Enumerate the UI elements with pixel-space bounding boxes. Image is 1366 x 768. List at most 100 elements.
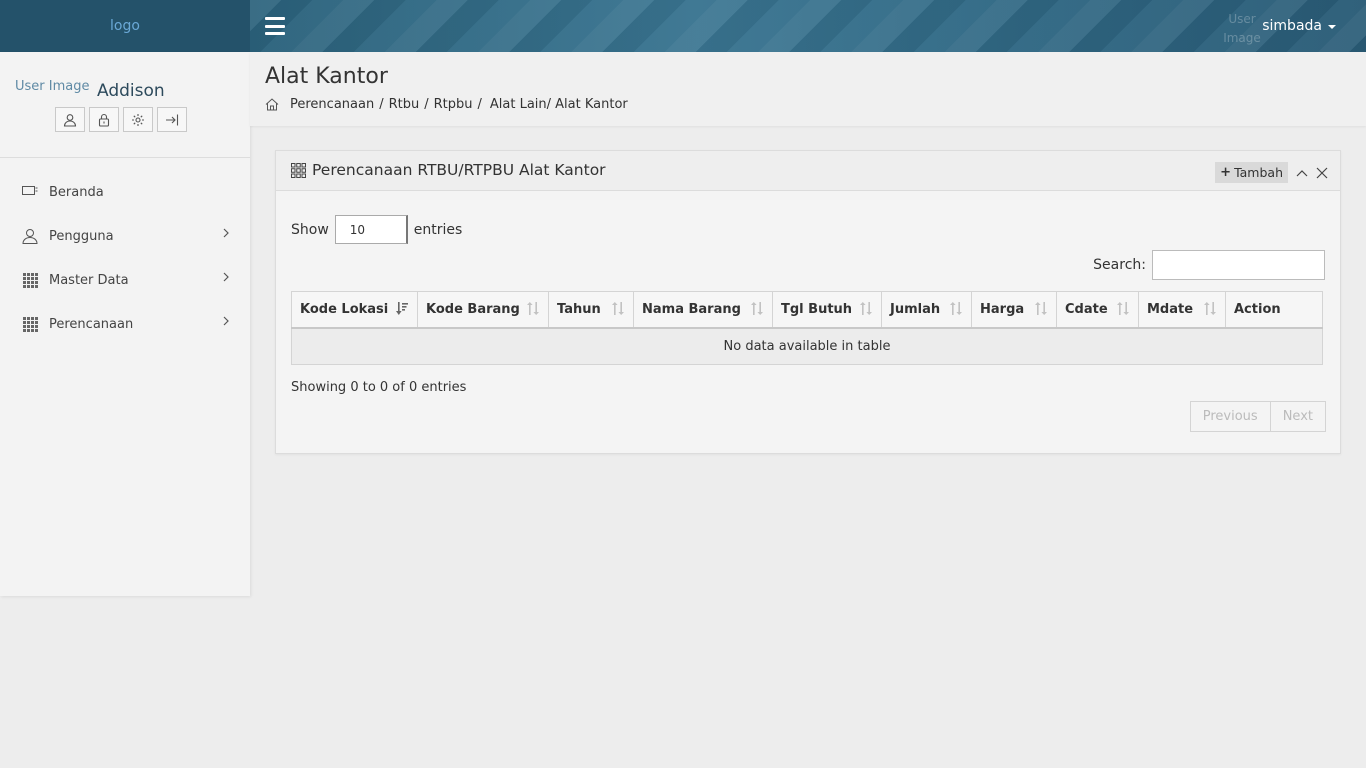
profile-name: Addison [97, 81, 165, 101]
column-header-label: Tgl Butuh [781, 301, 853, 317]
column-header-label: Kode Barang [426, 301, 520, 317]
menu-icon-bar [265, 17, 285, 20]
entries-select-value: 10 [349, 222, 366, 237]
column-header-kode-lokasi[interactable]: Kode Lokasi [291, 291, 418, 329]
sidebar-item-beranda[interactable]: Beranda [0, 170, 250, 214]
column-header-label: Jumlah [890, 301, 941, 317]
home-icon[interactable] [265, 98, 279, 111]
breadcrumb-item[interactable]: Alat Lain/ Alat Kantor [490, 97, 628, 112]
menu-icon-bar [265, 24, 285, 28]
table-row: No data available in table [291, 327, 1323, 365]
sidebar-item-label: Perencanaan [49, 316, 134, 332]
column-header-jumlah[interactable]: Jumlah [881, 291, 972, 329]
column-header-cdate[interactable]: Cdate [1056, 291, 1139, 329]
breadcrumb: Perencanaan / Rtbu / Rtpbu / Alat Lain/ … [265, 97, 628, 112]
sort-both-icon [527, 302, 539, 315]
logo[interactable]: logo [110, 18, 140, 34]
column-header-mdate[interactable]: Mdate [1138, 291, 1226, 329]
page-title: Alat Kantor [265, 64, 388, 89]
grid-icon [22, 272, 38, 288]
caret-down-icon [1328, 25, 1336, 29]
logout-icon [166, 114, 179, 125]
previous-button[interactable]: Previous [1189, 401, 1271, 432]
entries-select[interactable]: 10 [334, 215, 408, 244]
column-header-label: Tahun [557, 301, 601, 317]
sidebar-profile: User Image Addison [0, 52, 250, 158]
panel-title: Perencanaan RTBU/RTPBU Alat Kantor [291, 161, 606, 179]
next-button[interactable]: Next [1270, 401, 1326, 432]
breadcrumb-item[interactable]: Rtbu [389, 97, 420, 112]
monitor-icon [22, 184, 38, 200]
lock-button[interactable] [89, 107, 119, 132]
profile-button[interactable] [55, 107, 85, 132]
breadcrumb-separator: / [477, 97, 482, 112]
table-info: Showing 0 to 0 of 0 entries [291, 380, 467, 395]
close-button[interactable] [1316, 167, 1328, 179]
gear-icon [132, 113, 144, 126]
breadcrumb-separator: / [379, 97, 384, 112]
sort-both-icon [1117, 302, 1129, 315]
sidebar-menu: Beranda Pengguna Master Data Perencanaan [0, 158, 250, 346]
sidebar-item-label: Master Data [49, 272, 129, 288]
sort-desc-icon [396, 302, 408, 315]
logout-button[interactable] [157, 107, 187, 132]
data-panel: Perencanaan RTBU/RTPBU Alat Kantor + Tam… [275, 150, 1341, 454]
column-header-label: Action [1234, 301, 1281, 317]
sidebar-item-perencanaan[interactable]: Perencanaan [0, 302, 250, 346]
search-input[interactable] [1152, 250, 1325, 280]
column-header-label: Harga [980, 301, 1025, 317]
user-dropdown[interactable]: simbada [1262, 18, 1336, 34]
close-icon [1316, 167, 1328, 178]
sidebar-item-label: Beranda [49, 184, 104, 200]
breadcrumb-separator: / [424, 97, 429, 112]
empty-table-message: No data available in table [291, 327, 1323, 365]
settings-button[interactable] [123, 107, 153, 132]
top-navbar: logo User Image simbada [0, 0, 1366, 52]
breadcrumb-item[interactable]: Rtpbu [434, 97, 473, 112]
column-header-harga[interactable]: Harga [971, 291, 1057, 329]
column-header-kode-barang[interactable]: Kode Barang [417, 291, 549, 329]
chevron-right-icon [223, 316, 229, 326]
column-header-action: Action [1225, 291, 1323, 329]
sort-both-icon [751, 302, 763, 315]
breadcrumb-item[interactable]: Perencanaan [290, 97, 374, 112]
plus-icon: + [1220, 165, 1232, 180]
sidebar-item-master-data[interactable]: Master Data [0, 258, 250, 302]
navbar: User Image simbada [250, 0, 1366, 52]
add-button-label: Tambah [1234, 165, 1283, 180]
column-header-tgl-butuh[interactable]: Tgl Butuh [772, 291, 882, 329]
sort-both-icon [860, 302, 872, 315]
menu-icon-bar [265, 32, 285, 35]
column-header-label: Nama Barang [642, 301, 741, 317]
brand-area[interactable]: logo [0, 0, 250, 52]
navbar-user-image: User Image [1223, 12, 1261, 45]
user-icon [63, 113, 77, 127]
chevron-up-icon [1296, 169, 1308, 176]
panel-tools: + Tambah [1215, 162, 1328, 183]
lock-icon [98, 113, 110, 127]
sort-both-icon [1035, 302, 1047, 315]
profile-actions [55, 107, 187, 132]
sidebar-toggle-button[interactable] [265, 17, 285, 35]
column-header-nama-barang[interactable]: Nama Barang [633, 291, 773, 329]
chevron-right-icon [223, 272, 229, 282]
sidebar-item-label: Pengguna [49, 228, 114, 244]
grid-icon [22, 316, 38, 332]
length-label-show: Show [291, 221, 329, 238]
user-dropdown-label: simbada [1262, 18, 1322, 34]
user-icon [22, 228, 38, 244]
sort-both-icon [950, 302, 962, 315]
page-header: Alat Kantor Perencanaan / Rtbu / Rtpbu /… [250, 52, 1366, 126]
collapse-button[interactable] [1296, 169, 1308, 177]
search-label: Search: [1093, 257, 1146, 273]
add-button[interactable]: + Tambah [1215, 162, 1288, 183]
column-header-label: Mdate [1147, 301, 1194, 317]
column-header-tahun[interactable]: Tahun [548, 291, 634, 329]
column-header-label: Cdate [1065, 301, 1108, 317]
grid-icon [291, 162, 306, 178]
table-search: Search: [1093, 250, 1325, 280]
pagination: Previous Next [1189, 401, 1326, 432]
data-table: Kode Lokasi Kode Barang Tahun Nama Baran… [291, 291, 1323, 365]
panel-heading: Perencanaan RTBU/RTPBU Alat Kantor + Tam… [276, 151, 1340, 191]
sidebar-item-pengguna[interactable]: Pengguna [0, 214, 250, 258]
